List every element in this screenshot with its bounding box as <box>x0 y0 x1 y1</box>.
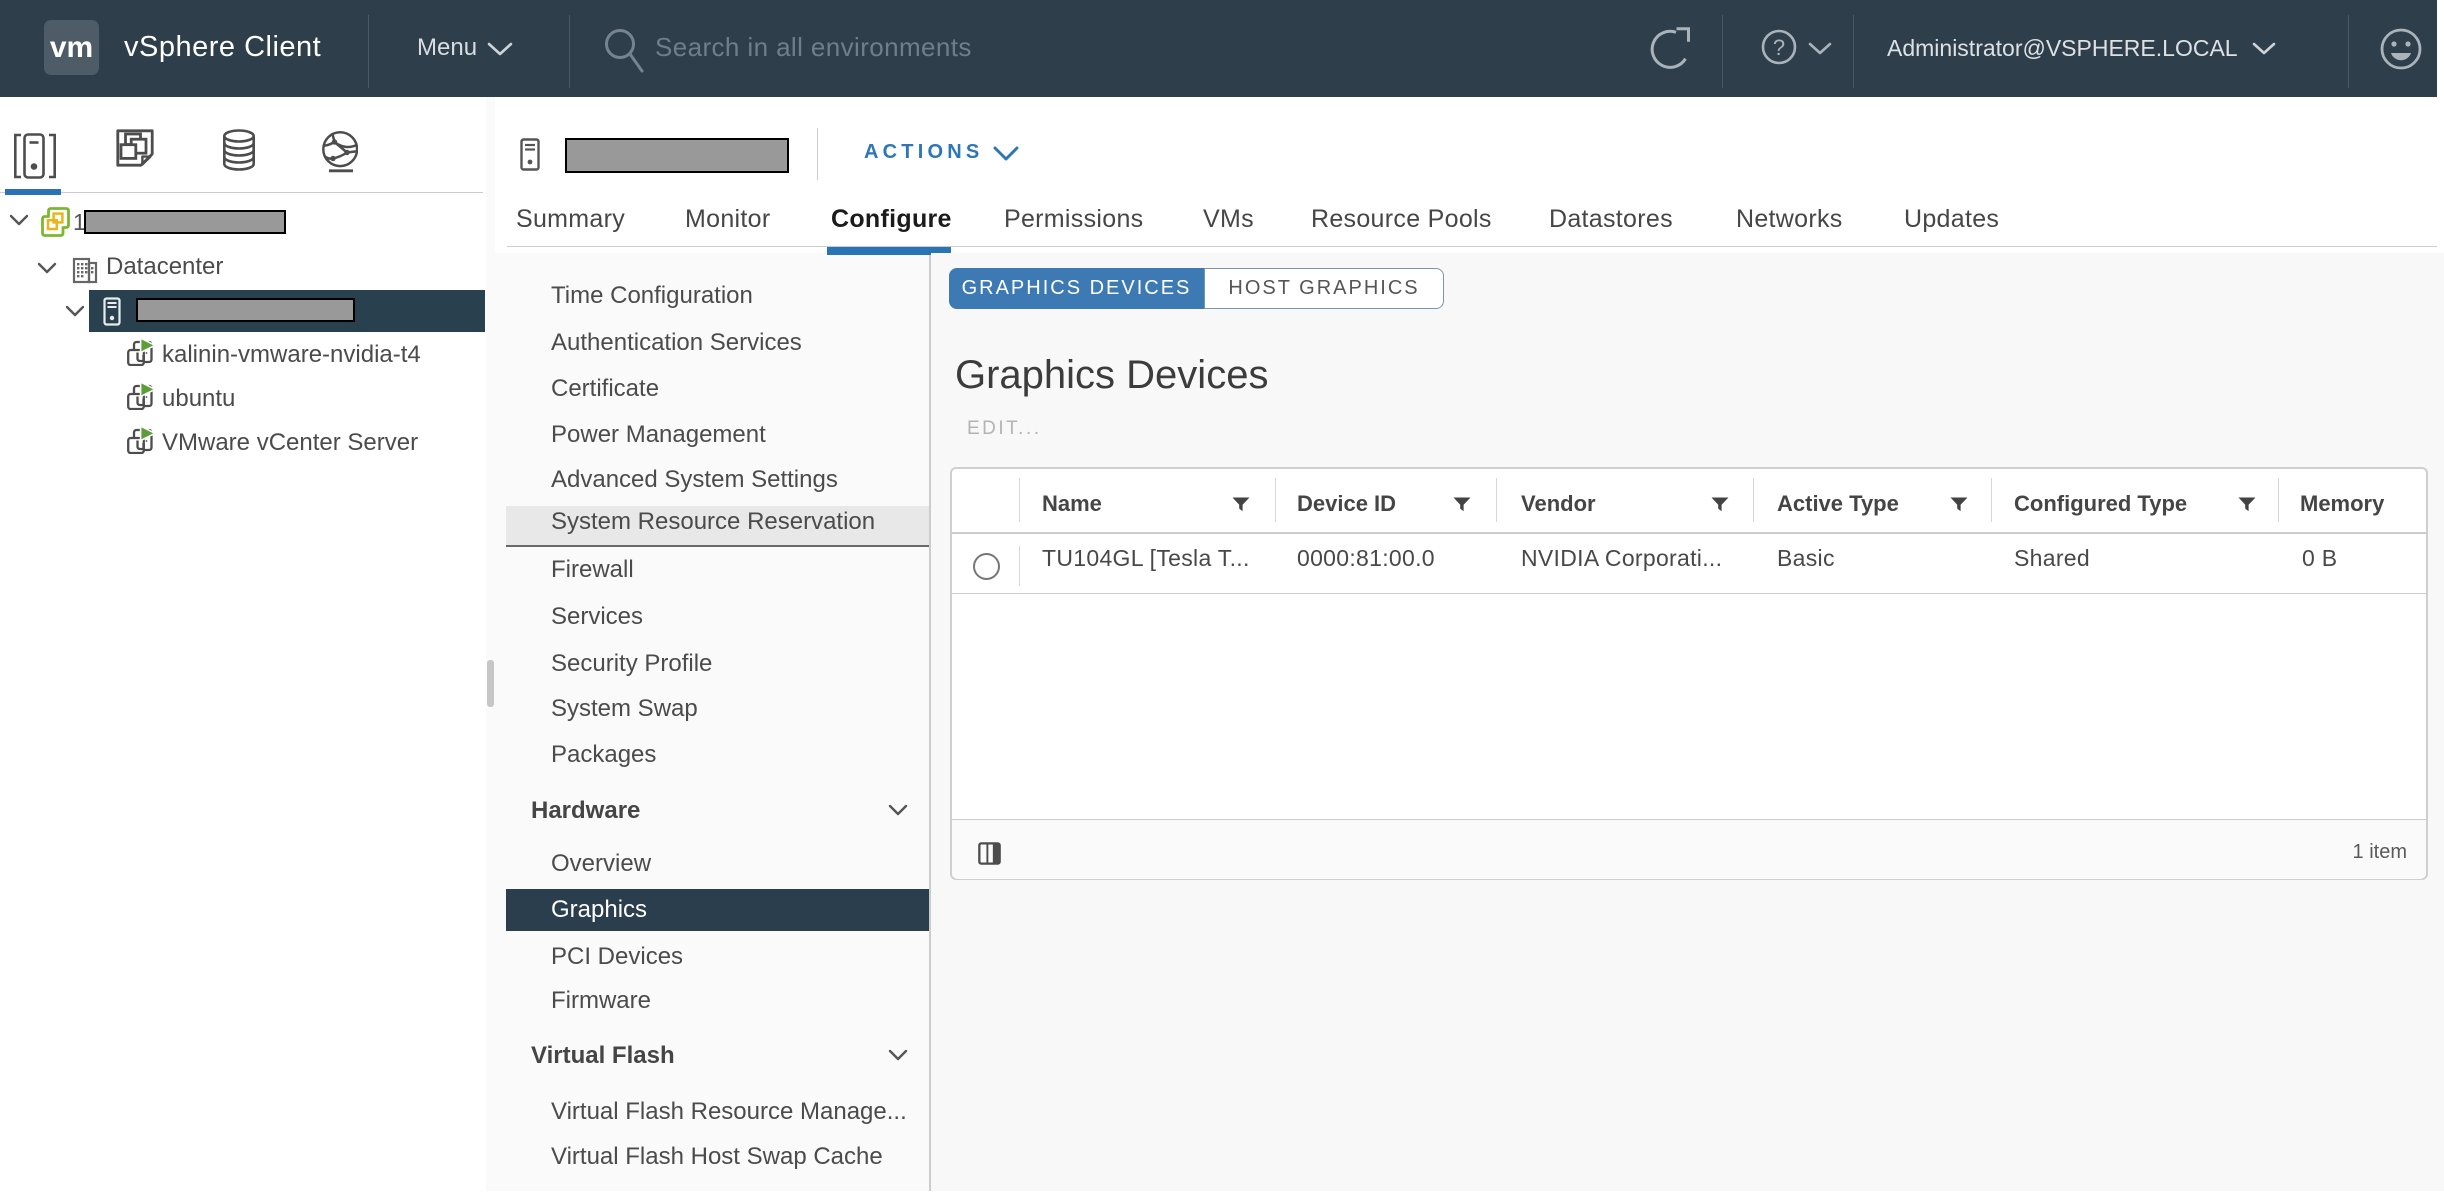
svg-text:?: ? <box>1773 35 1785 60</box>
